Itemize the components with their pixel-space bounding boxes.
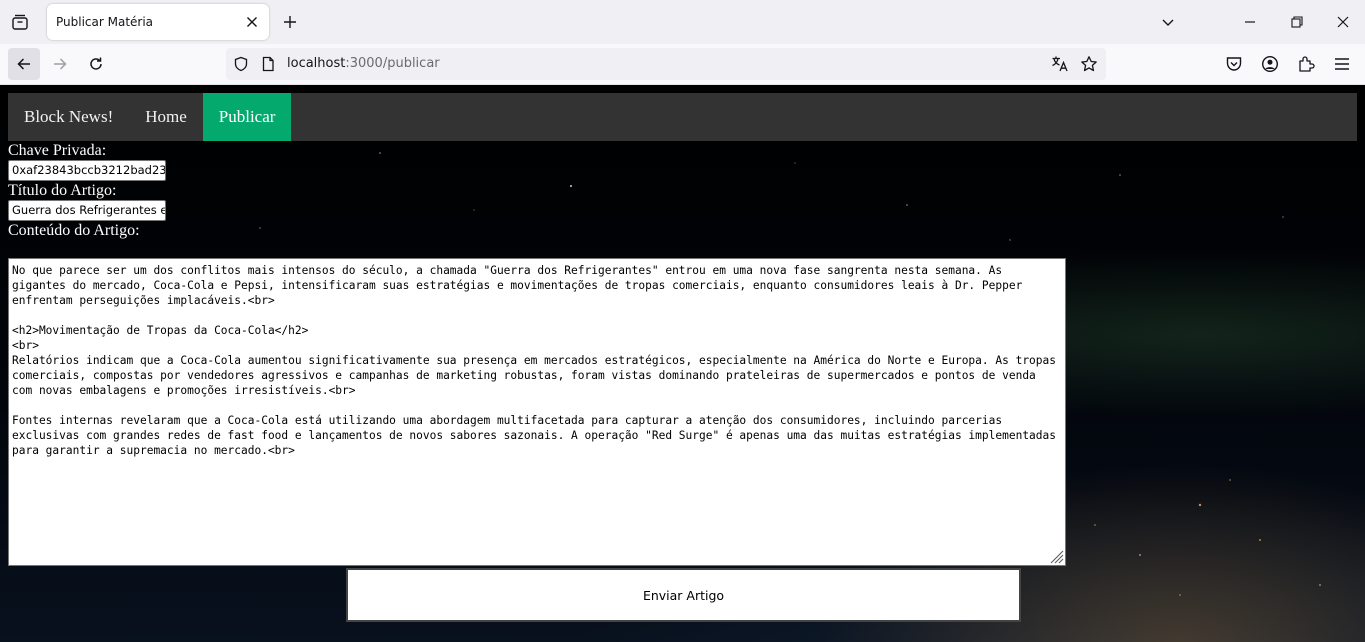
url-bar[interactable]: localhost:3000/publicar	[226, 48, 1106, 80]
tab-list-icon[interactable]	[8, 10, 32, 34]
pocket-icon[interactable]	[1224, 54, 1244, 74]
content-textarea[interactable]: No que parece ser um dos conflitos mais …	[8, 258, 1066, 566]
private-key-label: Chave Privada:	[8, 142, 107, 159]
title-label: Título do Artigo:	[8, 182, 117, 199]
shield-icon[interactable]	[232, 55, 250, 73]
tab-title: Publicar Matéria	[56, 15, 154, 29]
content-label: Conteúdo do Artigo:	[8, 222, 140, 239]
plus-icon[interactable]	[280, 12, 300, 32]
restore-icon[interactable]	[1283, 8, 1311, 36]
reload-icon[interactable]	[80, 48, 112, 80]
url-text: localhost:3000/publicar	[287, 56, 440, 71]
browser-tab-bar: Publicar Matéria	[0, 0, 1365, 44]
url-path: :3000/publicar	[345, 56, 440, 71]
window-close-icon[interactable]	[1329, 8, 1357, 36]
title-input[interactable]: Guerra dos Refrigerantes e	[8, 200, 166, 221]
chevron-down-icon[interactable]	[1154, 8, 1182, 36]
arrow-left-icon[interactable]	[8, 48, 40, 80]
star-icon[interactable]	[1080, 55, 1098, 73]
submit-article-button[interactable]: Enviar Artigo	[346, 568, 1021, 622]
nav-link-home[interactable]: Home	[129, 93, 203, 141]
extensions-icon[interactable]	[1296, 54, 1316, 74]
minimize-icon[interactable]	[1236, 8, 1264, 36]
translate-icon[interactable]	[1051, 55, 1069, 73]
hamburger-menu-icon[interactable]	[1332, 54, 1352, 74]
resize-grip-icon[interactable]	[1048, 548, 1064, 564]
site-brand-link[interactable]: Block News!	[8, 93, 129, 141]
browser-tab-active[interactable]: Publicar Matéria	[47, 4, 269, 40]
nav-link-publicar[interactable]: Publicar	[202, 93, 292, 141]
page-viewport: Block News! Home Publicar Chave Privada:…	[0, 85, 1365, 642]
private-key-input[interactable]: 0xaf23843bccb3212bad234	[8, 160, 166, 181]
arrow-right-icon[interactable]	[44, 48, 76, 80]
account-icon[interactable]	[1260, 54, 1280, 74]
page-icon[interactable]	[259, 55, 277, 73]
close-icon[interactable]	[243, 13, 261, 31]
site-navbar: Block News! Home Publicar	[8, 93, 1357, 141]
url-host: localhost	[287, 56, 346, 71]
browser-toolbar: localhost:3000/publicar	[0, 44, 1365, 85]
